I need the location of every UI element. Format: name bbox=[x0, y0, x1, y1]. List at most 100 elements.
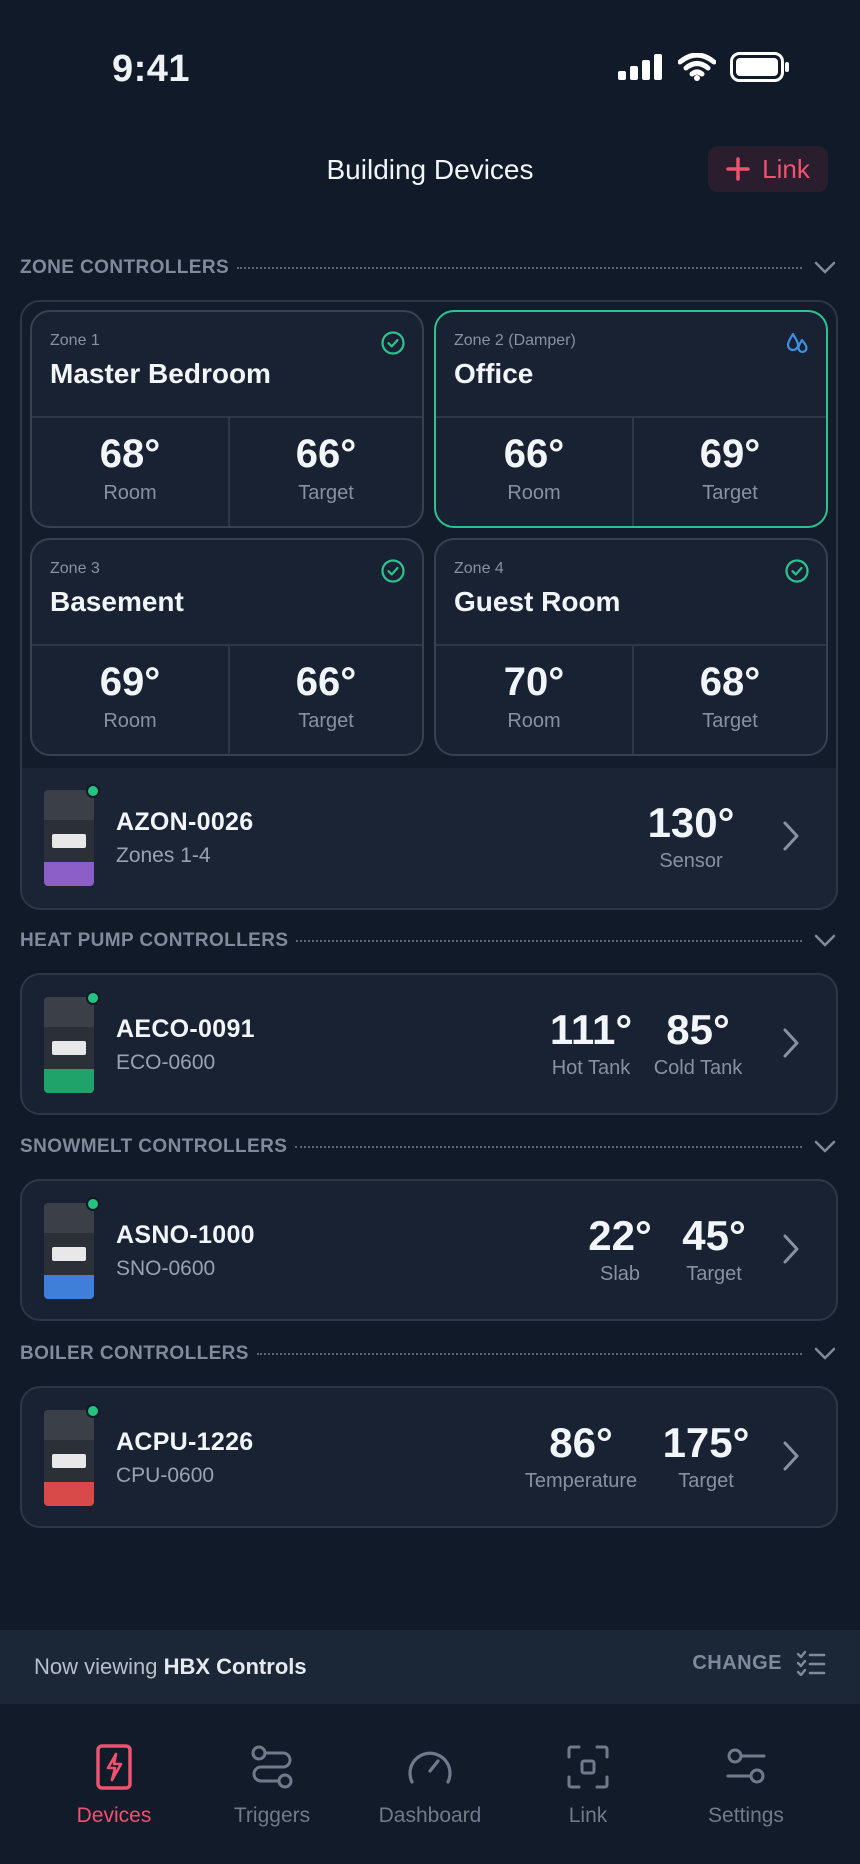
stat-value: 85° bbox=[666, 1006, 730, 1053]
room-temp-caption: Room bbox=[103, 482, 157, 504]
zone-card-3[interactable]: Zone 3 Basement 69° Room 66° Target bbox=[30, 538, 424, 756]
target-temp-caption: Target bbox=[702, 482, 758, 504]
check-circle-icon bbox=[381, 559, 405, 583]
chevron-down-icon[interactable] bbox=[814, 1347, 836, 1361]
chevron-down-icon[interactable] bbox=[814, 261, 836, 275]
device-stat: 22° Slab bbox=[582, 1215, 658, 1286]
chevron-down-icon[interactable] bbox=[814, 1140, 836, 1154]
device-model: CPU-0600 bbox=[116, 1464, 215, 1487]
divider bbox=[32, 644, 422, 646]
device-stat: 175° Target bbox=[658, 1422, 754, 1493]
section-divider bbox=[296, 940, 802, 942]
device-model: ECO-0600 bbox=[116, 1051, 216, 1074]
stat-caption: Cold Tank bbox=[653, 1057, 743, 1079]
device-model: SNO-0600 bbox=[116, 1257, 216, 1280]
sliders-icon bbox=[726, 1748, 766, 1784]
stat-value: 130° bbox=[647, 799, 735, 846]
change-organization-button[interactable]: CHANGE bbox=[692, 1650, 826, 1676]
zone-card-2[interactable]: Zone 2 (Damper) Office 66° Room 69° Targ… bbox=[434, 310, 828, 528]
link-device-button[interactable]: Link bbox=[708, 146, 828, 192]
stat-caption: Target bbox=[678, 1470, 734, 1492]
tab-label: Link bbox=[568, 1804, 608, 1827]
chevron-right-icon[interactable] bbox=[782, 820, 800, 852]
tab-label: Devices bbox=[76, 1804, 152, 1827]
room-temp-caption: Room bbox=[507, 482, 561, 504]
device-stat: 86° Temperature bbox=[516, 1422, 646, 1493]
snowmelt-controller-card[interactable]: ASNO-1000 SNO-0600 22° Slab 45° Target bbox=[20, 1179, 838, 1321]
device-image bbox=[44, 997, 94, 1093]
zone-card-4[interactable]: Zone 4 Guest Room 70° Room 68° Target bbox=[434, 538, 828, 756]
room-temp-caption: Room bbox=[507, 710, 561, 732]
device-stat: 85° Cold Tank bbox=[648, 1009, 748, 1080]
device-model: Zones 1-4 bbox=[116, 844, 211, 867]
checklist-icon bbox=[796, 1650, 826, 1676]
zone-room-temp: 66° Room bbox=[436, 434, 632, 505]
section-divider bbox=[237, 267, 802, 269]
heat-pump-controller-card[interactable]: AECO-0091 ECO-0600 111° Hot Tank 85° Col… bbox=[20, 973, 838, 1115]
section-header-snowmelt[interactable]: SNOWMELT CONTROLLERS bbox=[20, 1132, 836, 1162]
section-title: SNOWMELT CONTROLLERS bbox=[20, 1136, 288, 1157]
room-temp-value: 70° bbox=[503, 660, 565, 704]
chevron-right-icon[interactable] bbox=[782, 1027, 800, 1059]
tab-link[interactable]: Link bbox=[508, 1744, 668, 1828]
zone-target-temp: 66° Target bbox=[228, 662, 424, 733]
tab-triggers[interactable]: Triggers bbox=[192, 1744, 352, 1828]
room-temp-value: 69° bbox=[99, 660, 161, 704]
online-status-dot bbox=[86, 784, 100, 798]
boiler-controller-card[interactable]: ACPU-1226 CPU-0600 86° Temperature 175° … bbox=[20, 1386, 838, 1528]
room-temp-value: 66° bbox=[503, 432, 565, 476]
organization-name: HBX Controls bbox=[163, 1654, 307, 1679]
zone-label: Zone 1 bbox=[50, 332, 100, 349]
zone-room-temp: 70° Room bbox=[436, 662, 632, 733]
zone-target-temp: 69° Target bbox=[632, 434, 828, 505]
zone-card-1[interactable]: Zone 1 Master Bedroom 68° Room 66° Targe… bbox=[30, 310, 424, 528]
zone-name: Master Bedroom bbox=[50, 358, 271, 389]
section-header-zone[interactable]: ZONE CONTROLLERS bbox=[20, 253, 836, 283]
target-temp-value: 66° bbox=[295, 432, 357, 476]
zone-target-temp: 68° Target bbox=[632, 662, 828, 733]
gauge-icon bbox=[408, 1751, 452, 1784]
zone-name: Basement bbox=[50, 586, 184, 617]
divider bbox=[436, 416, 826, 418]
now-viewing-prefix: Now viewing bbox=[34, 1654, 164, 1679]
change-label: CHANGE bbox=[692, 1651, 782, 1674]
target-temp-value: 68° bbox=[699, 660, 761, 704]
zone-room-temp: 69° Room bbox=[32, 662, 228, 733]
chevron-down-icon[interactable] bbox=[814, 934, 836, 948]
wifi-icon bbox=[678, 53, 716, 81]
target-temp-value: 69° bbox=[699, 432, 761, 476]
target-temp-caption: Target bbox=[298, 710, 354, 732]
section-header-heat-pump[interactable]: HEAT PUMP CONTROLLERS bbox=[20, 926, 836, 956]
tab-label: Triggers bbox=[233, 1804, 311, 1827]
device-row-heat-pump[interactable]: AECO-0091 ECO-0600 111° Hot Tank 85° Col… bbox=[22, 975, 836, 1113]
divider bbox=[32, 416, 422, 418]
tab-dashboard[interactable]: Dashboard bbox=[350, 1744, 510, 1828]
device-row-boiler[interactable]: ACPU-1226 CPU-0600 86° Temperature 175° … bbox=[22, 1388, 836, 1526]
device-name: ACPU-1226 bbox=[116, 1428, 254, 1456]
device-image bbox=[44, 1203, 94, 1299]
status-bar: 9:41 bbox=[0, 0, 860, 130]
status-time: 9:41 bbox=[112, 48, 191, 90]
stat-value: 175° bbox=[662, 1419, 750, 1466]
stat-caption: Temperature bbox=[524, 1470, 638, 1492]
zone-target-temp: 66° Target bbox=[228, 434, 424, 505]
room-temp-value: 68° bbox=[99, 432, 161, 476]
tab-settings[interactable]: Settings bbox=[666, 1744, 826, 1828]
tab-devices[interactable]: Devices bbox=[34, 1744, 194, 1828]
stat-value: 86° bbox=[549, 1419, 613, 1466]
stat-caption: Slab bbox=[599, 1263, 641, 1285]
stat-caption: Hot Tank bbox=[551, 1057, 631, 1079]
chevron-right-icon[interactable] bbox=[782, 1233, 800, 1265]
online-status-dot bbox=[86, 1197, 100, 1211]
plus-icon bbox=[726, 157, 750, 181]
organization-banner: Now viewing HBX Controls CHANGE bbox=[0, 1630, 860, 1704]
page-header: Building Devices Link bbox=[0, 140, 860, 204]
device-row-zone[interactable]: AZON-0026 Zones 1-4 130° Sensor bbox=[22, 768, 836, 906]
section-header-boiler[interactable]: BOILER CONTROLLERS bbox=[20, 1339, 836, 1369]
device-row-snowmelt[interactable]: ASNO-1000 SNO-0600 22° Slab 45° Target bbox=[22, 1181, 836, 1319]
device-name: AECO-0091 bbox=[116, 1015, 255, 1043]
check-circle-icon bbox=[381, 331, 405, 355]
scan-icon bbox=[567, 1745, 609, 1789]
chevron-right-icon[interactable] bbox=[782, 1440, 800, 1472]
now-viewing-text: Now viewing HBX Controls bbox=[34, 1654, 307, 1680]
